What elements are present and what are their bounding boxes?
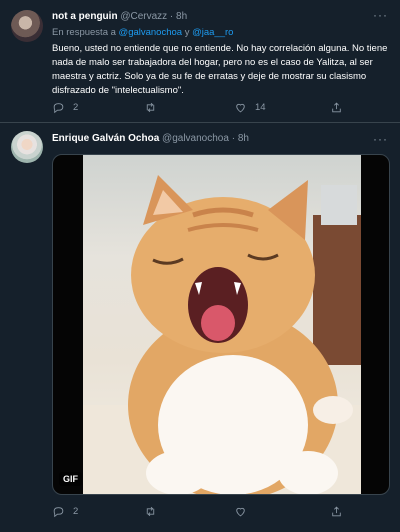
retweet-icon [146,102,155,113]
author-handle[interactable]: @Cervazz [120,11,167,22]
gif-media[interactable]: GIF [52,154,390,495]
tweet-text: Bueno, usted no entiende que no entiende… [52,43,388,96]
author-handle[interactable]: @galvanochoa [162,133,229,144]
cat-illustration [83,175,361,494]
tweet-header: Enrique Galván Ochoa @galvanochoa · 8h [52,133,370,144]
retweet-icon [146,506,155,517]
like-icon [236,507,245,517]
reply-count: 2 [73,506,79,517]
reply-icon [53,103,64,114]
share-button[interactable] [330,505,343,518]
timestamp[interactable]: 8h [176,11,187,22]
tweet-actions: 2 [52,505,382,521]
separator: · [167,11,177,22]
separator: · [228,133,238,144]
share-icon [332,102,341,113]
reply-and: y [182,27,193,38]
mention-link[interactable]: @jaa__ro [192,27,233,38]
reply-button[interactable]: 2 [52,101,78,114]
author-name[interactable]: not a penguin [52,11,118,22]
avatar[interactable] [11,131,43,163]
reply-count: 2 [73,102,79,113]
like-button[interactable] [234,505,255,518]
like-button[interactable]: 14 [234,101,266,114]
gif-badge: GIF [59,472,82,486]
timestamp[interactable]: 8h [238,133,249,144]
reply-icon [53,507,64,518]
retweet-button[interactable] [144,101,165,114]
more-icon[interactable]: ··· [373,132,388,146]
tweet-actions: 2 14 [52,101,382,117]
like-count: 14 [255,102,266,113]
like-icon [236,103,245,113]
author-name[interactable]: Enrique Galván Ochoa [52,133,159,144]
mention-link[interactable]: @galvanochoa [119,27,183,38]
retweet-button[interactable] [144,505,165,518]
tweet-reply[interactable]: not a penguin @Cervazz · 8h ··· En respu… [0,0,400,123]
tweet-header: not a penguin @Cervazz · 8h [52,11,370,22]
reply-context: En respuesta a @galvanochoa y @jaa__ro [52,27,233,38]
share-icon [332,506,341,517]
avatar[interactable] [11,10,43,42]
more-icon[interactable]: ··· [373,8,388,22]
reply-button[interactable]: 2 [52,505,78,518]
reply-prefix: En respuesta a [52,27,119,38]
share-button[interactable] [330,101,343,114]
yawning-cat-gif [83,155,361,494]
tweet-original[interactable]: Enrique Galván Ochoa @galvanochoa · 8h ·… [0,124,400,532]
